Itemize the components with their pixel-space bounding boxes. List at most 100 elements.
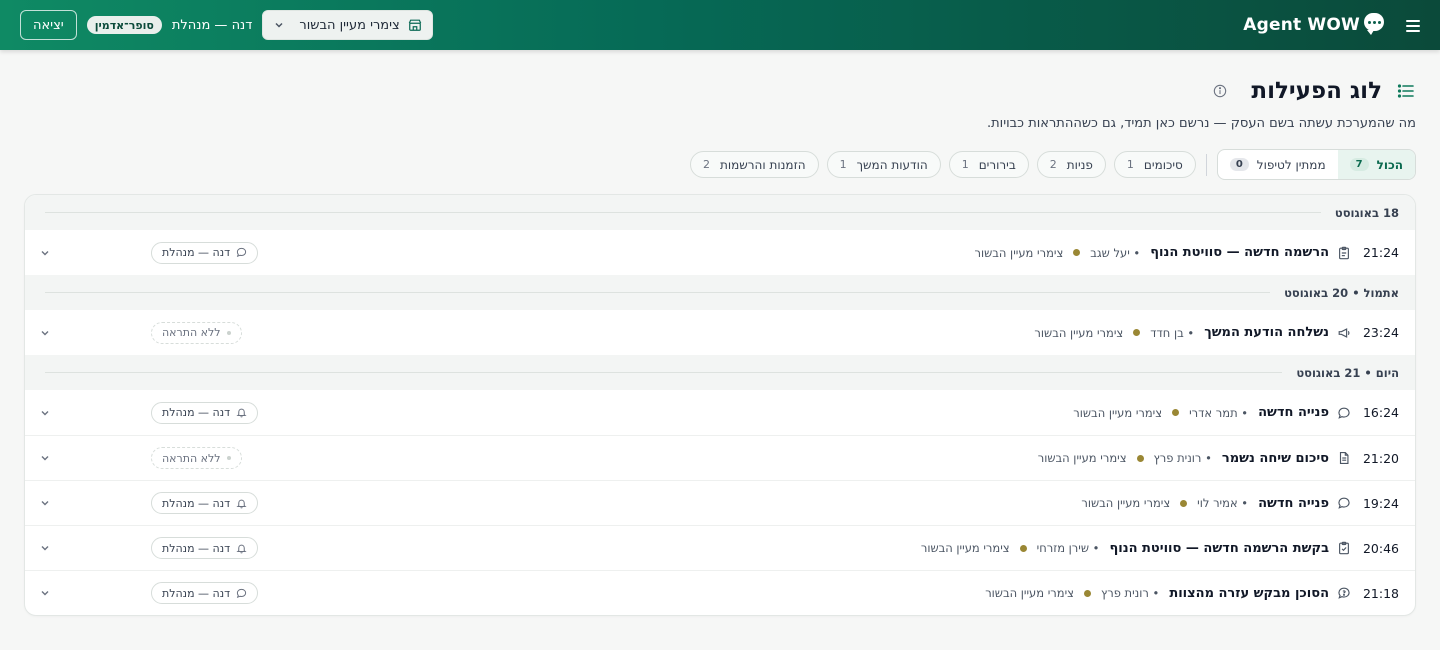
activity-row[interactable]: 21:24 הרשמה חדשה — סוויטת הנוף • יעל שגב…: [25, 230, 1415, 275]
chip-count: 1: [1126, 158, 1134, 171]
bell-icon: [236, 543, 247, 554]
date-group-header: אתמול • 20 באוגוסט: [25, 275, 1415, 310]
row-title: נשלחה הודעת המשך: [1204, 325, 1329, 340]
filter-all[interactable]: הכול 7: [1337, 150, 1415, 179]
filter-chip-followups[interactable]: הודעות המשך 1: [826, 151, 941, 178]
date-group-divider: [45, 372, 1283, 373]
notification-label: ללא התראה: [162, 451, 221, 465]
chip-label: פניות: [1066, 157, 1093, 172]
chevron-down-icon[interactable]: [39, 327, 51, 339]
notification-label: דנה — מנהלת: [162, 246, 231, 259]
date-group-label: אתמול • 20 באוגוסט: [1284, 285, 1399, 300]
chip-count: 2: [1049, 158, 1057, 171]
chevron-down-icon[interactable]: [39, 542, 51, 554]
chat-icon: [236, 588, 247, 599]
filter-chip-summaries[interactable]: סיכומים 1: [1113, 151, 1196, 178]
chip-count: 1: [839, 158, 847, 171]
megaphone-icon: [1337, 326, 1351, 340]
filter-chip-bookings[interactable]: הזמנות והרשמות 2: [689, 151, 819, 178]
date-group-divider: [45, 212, 1321, 213]
brand-name: Agent WOW: [1243, 15, 1360, 35]
activity-row[interactable]: 23:24 נשלחה הודעת המשך • בן חדד צימרי מע…: [25, 310, 1415, 355]
chip-label: הזמנות והרשמות: [719, 157, 806, 172]
row-time: 23:24: [1362, 325, 1399, 340]
activity-row[interactable]: 21:18 הסוכן מבקש עזרה מהצוות • רונית פרץ…: [25, 570, 1415, 615]
muted-dot-icon: [226, 456, 231, 460]
notification-pill: דנה — מנהלת: [151, 537, 259, 559]
filter-chip-clarifications[interactable]: בירורים 1: [948, 151, 1029, 178]
chevron-down-icon[interactable]: [39, 497, 51, 509]
activity-row[interactable]: 21:20 סיכום שיחה נשמר • רונית פרץ צימרי …: [25, 435, 1415, 480]
activity-row[interactable]: 20:46 בקשת הרשמה חדשה — סוויטת הנוף • שי…: [25, 525, 1415, 570]
chat-icon: [236, 247, 247, 258]
filter-pending-count: 0: [1229, 158, 1249, 171]
business-selector[interactable]: צימרי מעיין הבשור: [262, 10, 433, 40]
notification-pill: ללא התראה: [151, 321, 242, 344]
row-person: • אמיר לוי: [1197, 496, 1249, 510]
clipboard-check-icon: [1337, 541, 1351, 555]
row-person: • בן חדד: [1150, 325, 1195, 340]
business-dot: [1073, 249, 1081, 256]
row-person: • תמר אדרי: [1189, 405, 1249, 420]
chip-label: הודעות המשך: [856, 157, 928, 172]
row-person: • שירן מזרחי: [1036, 541, 1100, 555]
notification-pill: דנה — מנהלת: [151, 492, 259, 514]
chevron-down-icon[interactable]: [39, 452, 51, 464]
activity-row[interactable]: 19:24 פנייה חדשה • אמיר לוי צימרי מעיין …: [25, 480, 1415, 525]
row-person: • רונית פרץ: [1153, 451, 1212, 465]
business-dot: [1133, 329, 1141, 336]
date-group-label: היום • 21 באוגוסט: [1296, 365, 1399, 380]
notification-pill: דנה — מנהלת: [151, 241, 259, 264]
row-time: 21:20: [1362, 450, 1399, 466]
filter-bar: הכול 7 ממתין לטיפול 0 סיכומים 1 פניות 2 …: [24, 149, 1416, 180]
chevron-down-icon[interactable]: [39, 247, 51, 259]
row-title: פנייה חדשה: [1258, 405, 1329, 420]
row-time: 16:24: [1362, 405, 1399, 420]
filter-pending[interactable]: ממתין לטיפול 0: [1218, 150, 1338, 179]
filter-all-count: 7: [1349, 158, 1369, 171]
business-dot: [1180, 499, 1188, 507]
role-badge: סופר־אדמין: [86, 16, 162, 34]
date-group-divider: [45, 292, 1271, 293]
business-dot: [1084, 589, 1091, 597]
business-dot: [1019, 544, 1027, 552]
activity-log-card: 18 באוגוסט 21:24 הרשמה חדשה — סוויטת הנו…: [24, 194, 1416, 616]
chevron-down-icon[interactable]: [39, 407, 51, 419]
chip-count: 1: [961, 158, 969, 171]
info-icon[interactable]: [1213, 84, 1227, 98]
row-time: 21:18: [1362, 585, 1399, 601]
row-time: 20:46: [1362, 540, 1399, 556]
muted-dot-icon: [226, 330, 231, 335]
row-business: צימרי מעיין הבשור: [1081, 496, 1171, 510]
chevron-down-icon[interactable]: [39, 587, 51, 599]
status-segment: הכול 7 ממתין לטיפול 0: [1216, 149, 1416, 180]
row-title: הסוכן מבקש עזרה מהצוות: [1169, 585, 1329, 601]
chat-bubble-icon: [1337, 496, 1351, 510]
notification-pill: ללא התראה: [151, 447, 242, 469]
business-dot: [1172, 409, 1180, 416]
menu-icon[interactable]: [1400, 18, 1420, 32]
main-content: לוג הפעילות מה שהמערכת עשתה בשם העסק — נ…: [0, 78, 1440, 616]
notification-pill: דנה — מנהלת: [151, 582, 259, 604]
chip-label: סיכומים: [1143, 157, 1183, 172]
row-title: פנייה חדשה: [1258, 495, 1329, 511]
chip-count: 2: [702, 158, 710, 171]
activity-row[interactable]: 16:24 פנייה חדשה • תמר אדרי צימרי מעיין …: [25, 390, 1415, 435]
page-subtitle: מה שהמערכת עשתה בשם העסק — נרשם כאן תמיד…: [987, 116, 1416, 131]
brand-logo: Agent WOW: [1243, 13, 1384, 35]
row-person: • יעל שגב: [1090, 245, 1141, 260]
row-business: צימרי מעיין הבשור: [985, 586, 1074, 600]
bell-icon: [236, 407, 247, 418]
notification-label: דנה — מנהלת: [162, 496, 231, 510]
top-bar: Agent WOW צימרי מעיין הבשור דנה — מנהלת …: [0, 0, 1440, 50]
logout-button[interactable]: יציאה: [20, 10, 77, 40]
date-group-label: 18 באוגוסט: [1334, 205, 1399, 220]
filter-chip-inquiries[interactable]: פניות 2: [1036, 151, 1106, 178]
date-group-header: היום • 21 באוגוסט: [25, 355, 1415, 390]
filter-divider: [1205, 153, 1207, 176]
filter-all-label: הכול: [1376, 157, 1403, 172]
row-business: צימרי מעיין הבשור: [1073, 405, 1163, 420]
row-person: • רונית פרץ: [1101, 586, 1160, 600]
notification-pill: דנה — מנהלת: [151, 401, 259, 424]
row-business: צימרי מעיין הבשור: [974, 245, 1064, 260]
